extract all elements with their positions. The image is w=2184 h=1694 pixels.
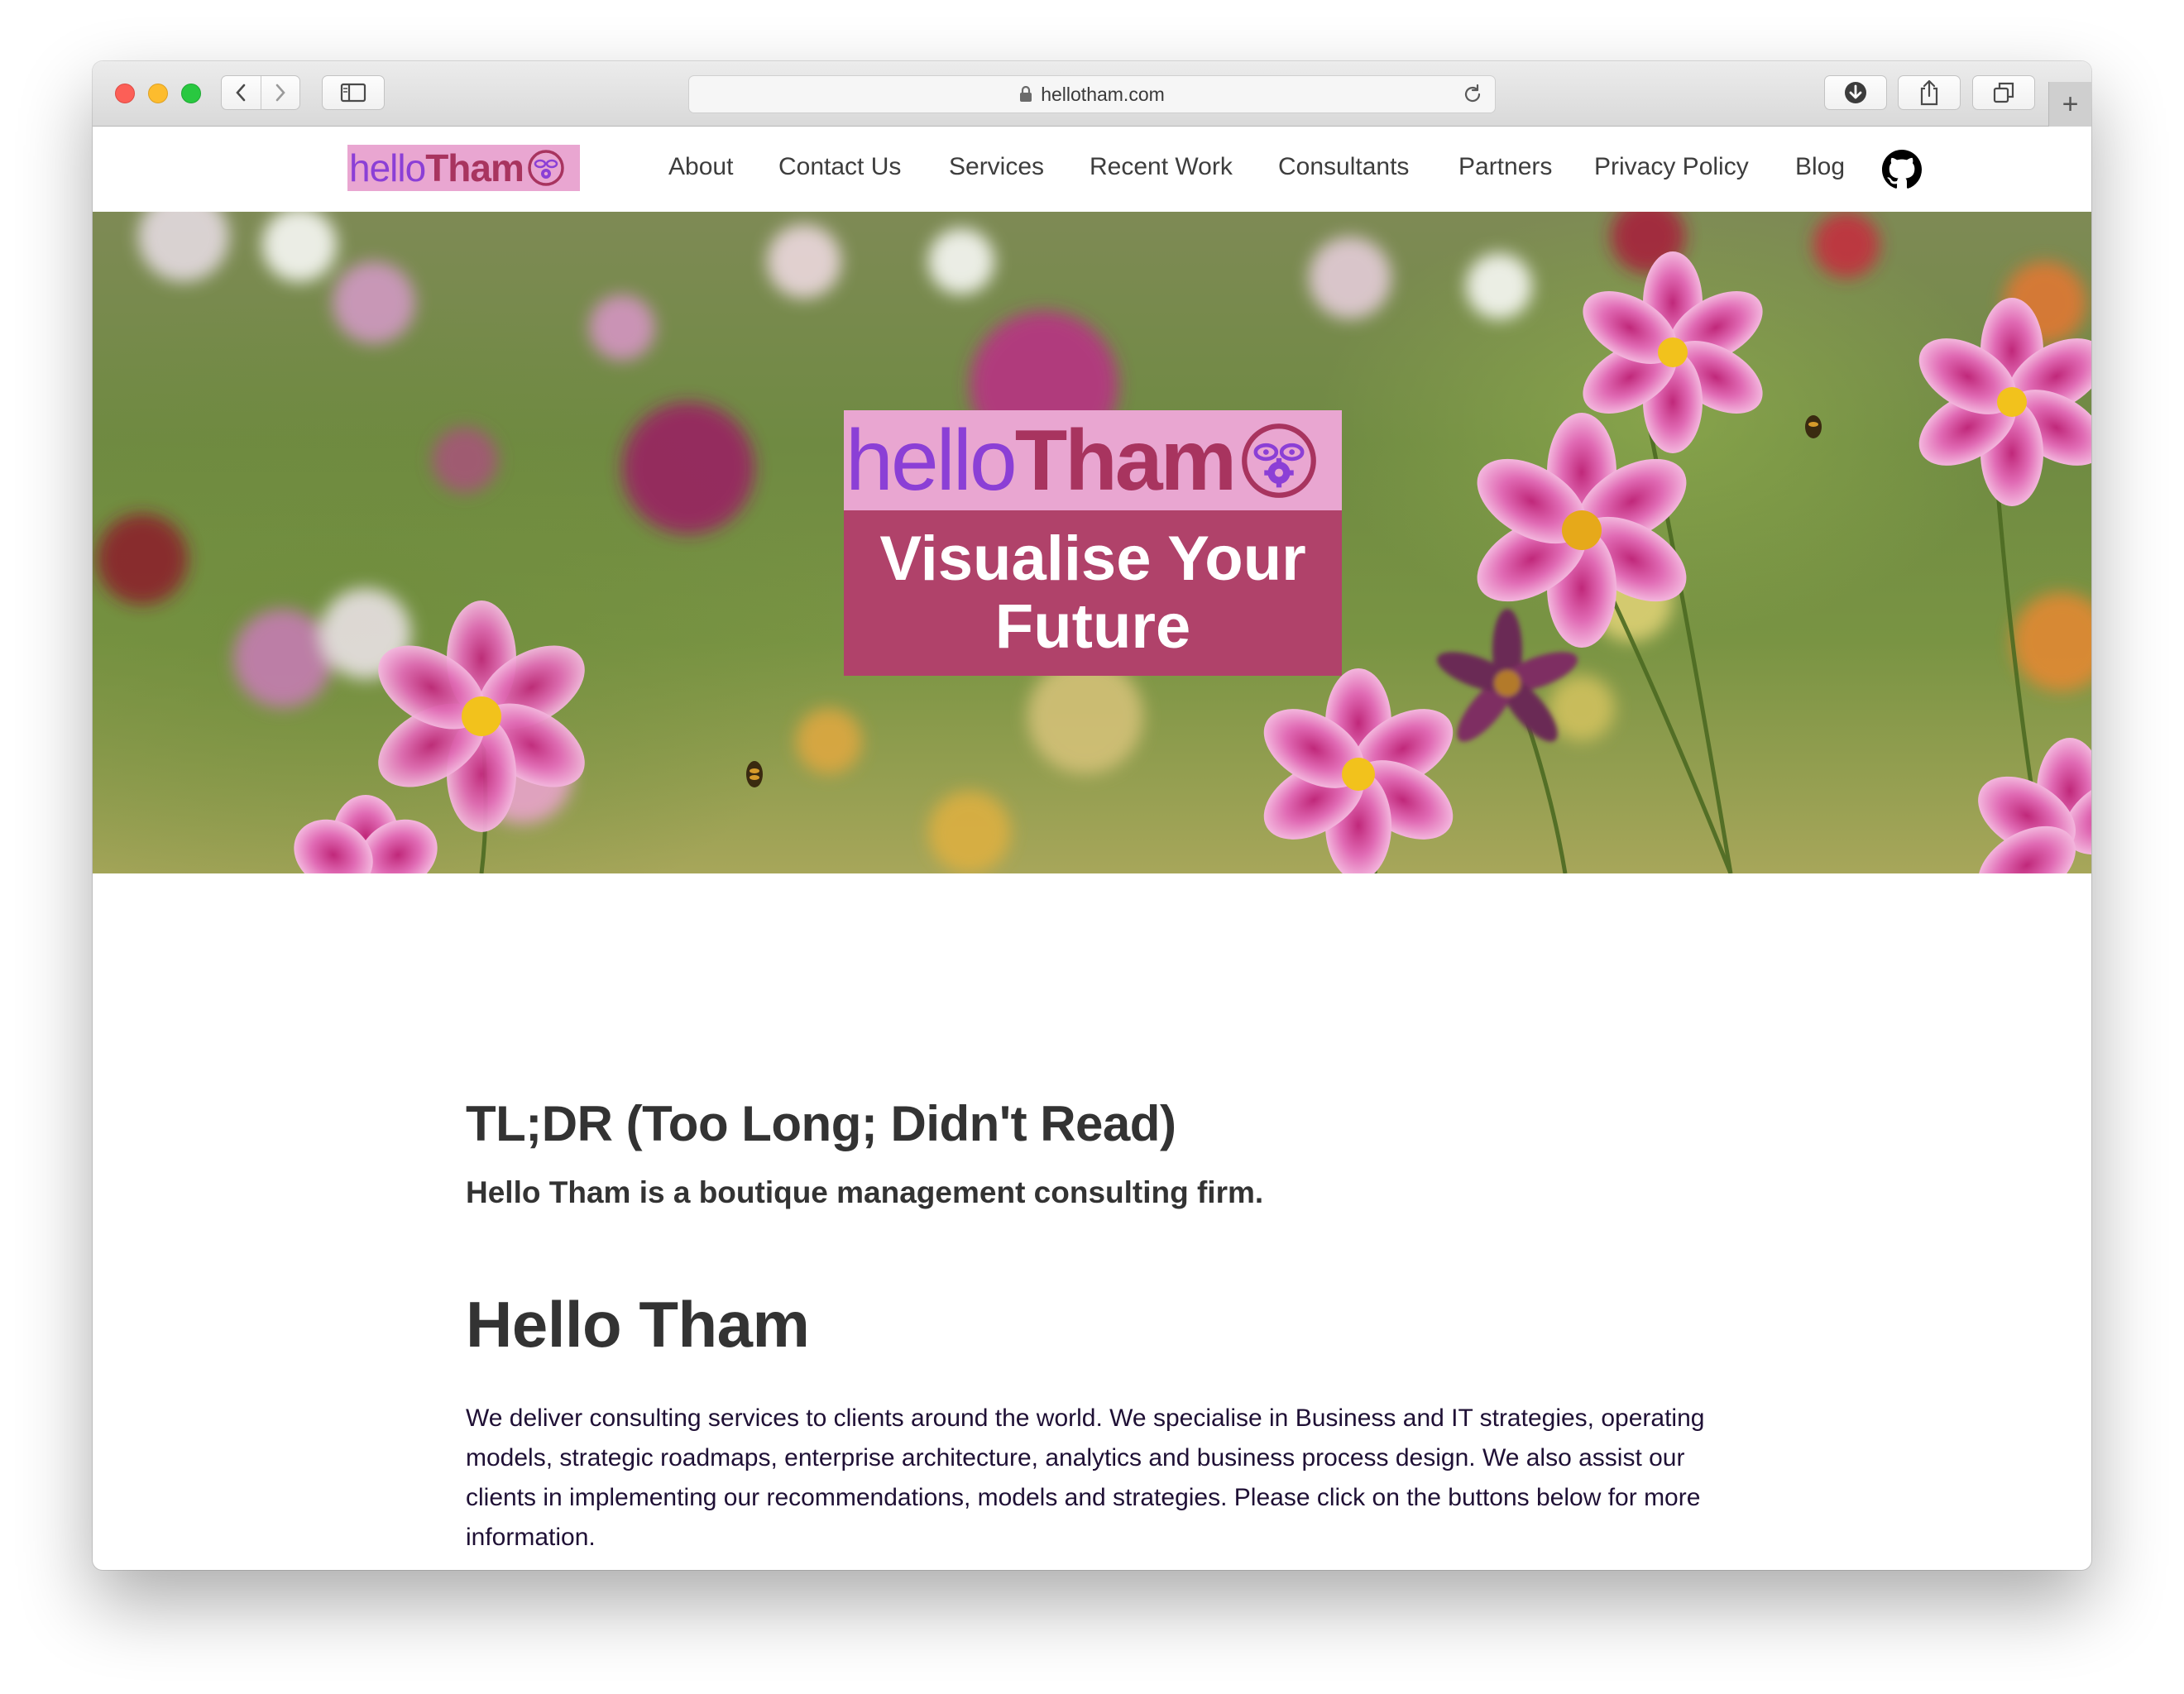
zoom-window-button[interactable] — [181, 84, 201, 103]
tldr-summary: Hello Tham is a boutique management cons… — [466, 1175, 1264, 1209]
owl-gear-icon — [1242, 423, 1316, 498]
chevron-left-icon — [236, 84, 246, 102]
nav-recent-work[interactable]: Recent Work — [1090, 153, 1233, 181]
hero-logo-hello-text: hello — [845, 412, 1018, 509]
tagline-line-2: Future — [994, 591, 1191, 662]
url-text: hellotham.com — [1041, 83, 1165, 105]
intro-paragraph: We deliver consulting services to client… — [466, 1404, 1705, 1551]
new-tab-button[interactable]: + — [2048, 82, 2091, 127]
address-bar[interactable]: hellotham.com — [688, 75, 1496, 113]
nav-services[interactable]: Services — [949, 153, 1044, 181]
site-logo[interactable]: hello Tham — [347, 145, 580, 191]
nav-consultants[interactable]: Consultants — [1278, 153, 1409, 181]
github-icon[interactable] — [1882, 150, 1922, 189]
owl-gear-icon — [528, 150, 564, 186]
tab-overview-button[interactable] — [1972, 75, 2035, 110]
hero-banner: hello Tham Visualise Your Future — [93, 212, 2091, 873]
forward-button[interactable] — [260, 76, 299, 109]
hero-logo-tham-text: Tham — [1014, 412, 1237, 509]
logo-tham-text: Tham — [425, 146, 524, 189]
hero-logo: hello Tham — [844, 410, 1342, 510]
share-icon — [1920, 79, 1938, 106]
nav-blog[interactable]: Blog — [1795, 153, 1845, 181]
history-nav — [221, 75, 300, 110]
nav-privacy-policy[interactable]: Privacy Policy — [1594, 153, 1749, 181]
sidebar-icon — [340, 83, 366, 103]
downloads-button[interactable] — [1824, 75, 1887, 110]
browser-window: hellotham.com + hello Tham About Contact… — [93, 61, 2091, 1570]
site-header: hello Tham About Contact Us Services Rece… — [93, 127, 2091, 212]
nav-contact-us[interactable]: Contact Us — [778, 153, 901, 181]
browser-toolbar: hellotham.com + — [93, 61, 2091, 127]
close-window-button[interactable] — [115, 84, 135, 103]
share-button[interactable] — [1898, 75, 1961, 110]
logo-hello-text: hello — [349, 146, 426, 189]
nav-partners[interactable]: Partners — [1458, 153, 1552, 181]
nav-about[interactable]: About — [668, 153, 733, 181]
tagline-line-1: Visualise Your — [879, 524, 1306, 594]
sidebar-toggle-button[interactable] — [322, 75, 385, 110]
chevron-right-icon — [275, 84, 285, 102]
minimize-window-button[interactable] — [148, 84, 168, 103]
tabs-icon — [1993, 82, 2014, 103]
download-icon — [1845, 82, 1866, 103]
tldr-heading: TL;DR (Too Long; Didn't Read) — [466, 1096, 1176, 1151]
reload-icon[interactable] — [1462, 84, 1483, 105]
lock-icon — [1020, 86, 1032, 102]
hero-tagline: Visualise Your Future — [844, 510, 1342, 676]
page-title: Hello Tham — [466, 1288, 810, 1361]
back-button[interactable] — [222, 76, 261, 109]
